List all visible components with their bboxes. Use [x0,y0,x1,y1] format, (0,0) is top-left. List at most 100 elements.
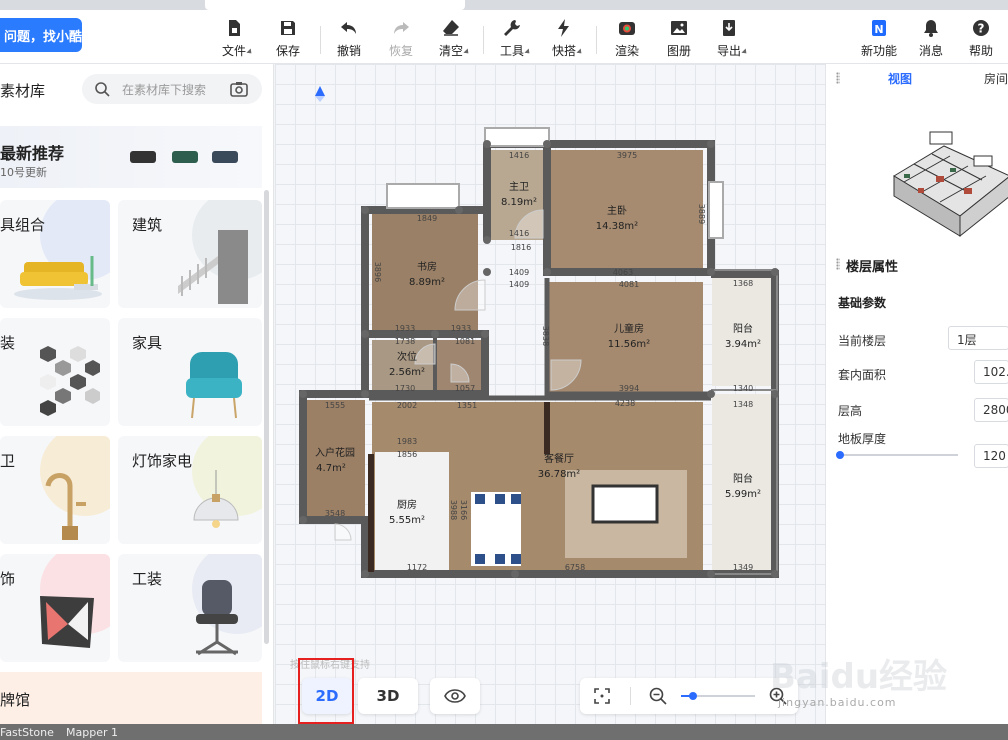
undo-icon [341,22,356,34]
zoom-out-icon[interactable] [649,687,667,705]
room-area: 14.38m² [596,221,638,232]
svg-text:3994: 3994 [619,384,639,393]
3d-view-button[interactable]: 3D [358,678,418,714]
album-icon [671,21,687,35]
room-area: 2.56m² [389,367,425,378]
door-stairs-image [178,230,248,304]
panel-drag-handle[interactable] [836,258,840,270]
room-label: 书房 [417,260,437,273]
svg-text:1340: 1340 [733,384,753,393]
fit-view-icon[interactable] [594,688,610,704]
message-button[interactable]: 消息 [908,14,954,60]
sofa-thumb [212,151,238,163]
panel-drag-handle[interactable] [836,72,840,84]
svg-text:1368: 1368 [733,279,753,288]
sofa-thumb [130,151,156,163]
album-button[interactable]: 图册 [656,14,702,60]
room-area: 8.89m² [409,277,445,288]
room-label: 次位 [397,350,417,363]
svg-text:1416: 1416 [509,229,529,238]
svg-text:1856: 1856 [397,450,417,459]
svg-text:1555: 1555 [325,401,345,410]
zoom-slider[interactable] [681,689,755,703]
new-feature-icon: N [872,20,886,36]
svg-text:1738: 1738 [395,337,415,346]
svg-text:3988: 3988 [449,500,458,520]
category-card-lighting[interactable]: 灯饰家电 [118,436,262,544]
taskbar-item[interactable]: Mapper 1 [66,726,118,739]
new-feature-button[interactable]: N 新功能 [856,14,902,60]
svg-text:1849: 1849 [417,214,437,223]
bell-icon [924,20,938,37]
room-label: 主卧 [607,204,627,217]
room-area: 8.19m² [501,197,537,208]
help-bubble[interactable]: 问题，找小酷 [0,18,82,52]
armchair-image [186,352,242,419]
svg-text:1933: 1933 [395,324,415,333]
svg-text:4238: 4238 [615,399,635,408]
slab-thickness-slider[interactable] [838,454,958,456]
export-button[interactable]: 导出 [706,14,752,60]
latest-recommend-banner[interactable]: 最新推荐 10号更新 [0,126,262,188]
design-canvas[interactable]: 主卫 8.19m² 主卧 14.38m² 书房 8.89m² 儿童房 11.56… [275,64,825,724]
search-placeholder: 在素材库下搜索 [122,83,207,97]
category-card-commercial[interactable]: 工装 [118,554,262,662]
svg-text:3896: 3896 [373,262,382,282]
svg-text:3975: 3975 [617,151,637,160]
3d-preview[interactable] [874,116,1008,246]
library-scrollbar[interactable] [264,190,269,644]
render-button[interactable]: 渲染 [604,14,650,60]
taskbar-item[interactable]: FastStone [0,726,54,739]
svg-text:1933: 1933 [451,324,471,333]
browser-tab-strip [0,0,1008,10]
svg-text:2002: 2002 [397,401,417,410]
category-card-decoration[interactable]: 装 [0,318,110,426]
undo-button[interactable]: 撤销 [326,14,372,60]
current-floor-select[interactable]: 1层 [948,326,1008,350]
help-button[interactable]: ? 帮助 [958,14,1004,60]
room-label: 阳台 [733,322,753,335]
camera-search-icon[interactable] [230,81,248,97]
category-card-furniture-set[interactable]: 具组合 [0,200,110,308]
file-button[interactable]: 文件 [211,14,257,60]
svg-text:4063: 4063 [613,268,633,277]
os-taskbar: FastStone Mapper 1 [0,724,1008,740]
library-search[interactable]: 在素材库下搜索 [82,74,262,104]
tab-view[interactable]: 视图 [888,70,912,87]
eye-icon [444,689,466,703]
watermark-url: jingyan.baidu.com [778,696,897,709]
slab-thickness-label: 地板厚度 [838,432,887,446]
floor-plan[interactable]: 主卫 8.19m² 主卧 14.38m² 书房 8.89m² 儿童房 11.56… [275,64,825,664]
visibility-button[interactable] [430,678,480,714]
save-icon [281,21,295,35]
tools-button[interactable]: 工具 [489,14,535,60]
active-browser-tab[interactable] [205,0,465,10]
svg-text:Baidu经验: Baidu经验 [770,657,947,697]
svg-text:1983: 1983 [397,437,417,446]
zoom-slider-handle[interactable] [689,692,697,700]
redo-button[interactable]: 恢复 [378,14,424,60]
room-label: 阳台 [733,472,753,485]
inner-area-field[interactable]: 102.2 [974,360,1008,384]
room-area: 4.7m² [316,463,346,474]
slider-handle[interactable] [836,451,844,459]
svg-text:1349: 1349 [733,563,753,572]
category-card-bathroom[interactable]: 卫 [0,436,110,544]
sofa-thumb [172,151,198,163]
svg-text:3548: 3548 [325,509,345,518]
save-button[interactable]: 保存 [265,14,311,60]
quick-build-button[interactable]: 快搭 [541,14,587,60]
category-card-building[interactable]: 建筑 [118,200,262,308]
clear-button[interactable]: 清空 [428,14,474,60]
highlight-box [298,658,354,724]
toolbar-divider [320,26,321,54]
floor-height-field[interactable]: 2800 [974,398,1008,422]
category-card-soft-decor[interactable]: 饰 [0,554,110,662]
slab-thickness-field[interactable]: 120 [974,444,1008,468]
brand-hall-entry[interactable]: 牌馆 [0,672,262,724]
help-icon: ? [973,20,989,36]
tab-room[interactable]: 房间 [984,70,1008,87]
room-area: 36.78m² [538,469,580,480]
room-label: 主卫 [509,181,529,193]
category-card-furniture[interactable]: 家具 [118,318,262,426]
